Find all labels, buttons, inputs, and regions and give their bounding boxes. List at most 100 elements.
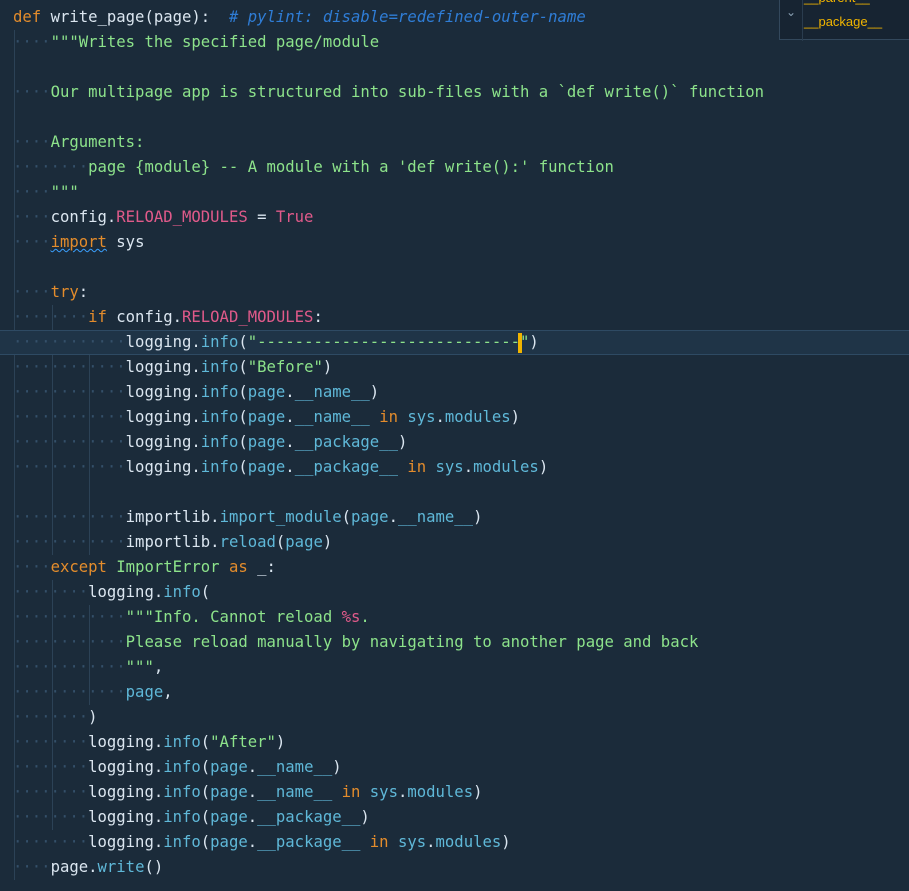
code-line[interactable]: ····Our multipage app is structured into… [0, 80, 909, 105]
code-token: ( [200, 583, 211, 601]
whitespace-dots: ············ [13, 683, 126, 701]
code-line[interactable]: ········logging.info("After") [0, 730, 909, 755]
code-line[interactable]: ············Please reload manually by na… [0, 630, 909, 655]
code-line[interactable]: ············""", [0, 655, 909, 680]
code-line[interactable]: ····""" [0, 180, 909, 205]
code-token: True [275, 208, 314, 226]
code-token: import [50, 233, 107, 251]
code-token: . [463, 458, 474, 476]
code-token: modules [473, 458, 539, 476]
whitespace-dots: ···· [13, 558, 51, 576]
code-token: logging. [88, 833, 164, 851]
code-line[interactable]: ····config.RELOAD_MODULES = True [0, 205, 909, 230]
code-token: info [200, 333, 239, 351]
code-token: ) [88, 708, 98, 726]
code-line[interactable]: ············logging.info(page.__name__ i… [0, 405, 909, 430]
line-text: ············logging.info(page.__package_… [13, 430, 407, 455]
code-token: sys [369, 783, 398, 801]
code-line[interactable]: ········logging.info(page.__name__) [0, 755, 909, 780]
code-token: modules [444, 408, 511, 426]
code-token: logging. [88, 583, 164, 601]
code-token: page [247, 383, 286, 401]
code-token: modules [407, 783, 474, 801]
code-token: ) [360, 808, 370, 826]
code-line[interactable]: ····"""Writes the specified page/module [0, 30, 909, 55]
code-line[interactable]: def write_page(page): # pylint: disable=… [0, 5, 909, 30]
code-token: sys [407, 408, 436, 426]
line-text: def write_page(page): # pylint: disable=… [13, 5, 586, 30]
chevron-down-icon[interactable]: ⌄ [780, 0, 803, 41]
code-line[interactable]: ············logging.info("Before") [0, 355, 909, 380]
code-token: ) [322, 533, 333, 551]
code-token: . [360, 608, 370, 626]
code-token: in [341, 783, 361, 801]
code-line[interactable] [0, 480, 909, 505]
code-line[interactable]: ········page {module} -- A module with a… [0, 155, 909, 180]
current-code-line[interactable]: ············logging.info("--------------… [0, 330, 909, 355]
code-token: logging. [88, 808, 164, 826]
autocomplete-item[interactable]: __parent__ [804, 0, 870, 9]
code-line[interactable]: ········logging.info(page.__package__ in… [0, 830, 909, 855]
line-text: ····""" [13, 180, 79, 205]
code-token: ) [322, 358, 333, 376]
code-token: __name__ [397, 508, 474, 526]
whitespace-dots: ············ [13, 358, 126, 376]
code-line[interactable]: ····try: [0, 280, 909, 305]
line-text: ····Our multipage app is structured into… [13, 80, 764, 105]
line-text: ········logging.info("After") [13, 730, 285, 755]
line-text: ····except ImportError as _: [13, 555, 276, 580]
code-line[interactable]: ············logging.info(page.__package_… [0, 455, 909, 480]
code-token: logging. [125, 333, 201, 351]
code-line[interactable]: ····page.write() [0, 855, 909, 880]
code-line[interactable]: ············importlib.import_module(page… [0, 505, 909, 530]
code-line[interactable]: ········) [0, 705, 909, 730]
code-token: importlib. [125, 533, 220, 551]
code-token: __package__ [294, 458, 398, 476]
code-token: . [435, 408, 445, 426]
code-line[interactable]: ····import sys [0, 230, 909, 255]
code-line[interactable]: ····Arguments: [0, 130, 909, 155]
code-line[interactable]: ········logging.info(page.__package__) [0, 805, 909, 830]
code-line[interactable]: ············importlib.reload(page) [0, 530, 909, 555]
code-line[interactable]: ····except ImportError as _: [0, 555, 909, 580]
code-line[interactable]: ············logging.info(page.__name__) [0, 380, 909, 405]
code-token: except [50, 558, 107, 576]
code-line[interactable]: ········logging.info( [0, 580, 909, 605]
whitespace-dots: ···· [13, 283, 51, 301]
line-text: ········logging.info(page.__name__) [13, 755, 342, 780]
line-text: ········) [13, 705, 98, 730]
code-line[interactable]: ············"""Info. Cannot reload %s. [0, 605, 909, 630]
code-line[interactable] [0, 105, 909, 130]
code-token: import_module [219, 508, 342, 526]
autocomplete-popup[interactable]: ⌄ __parent__ __package__ [779, 0, 909, 41]
code-token: . [247, 833, 258, 851]
whitespace-dots: ············ [13, 533, 126, 551]
line-text: ····"""Writes the specified page/module [13, 30, 379, 55]
code-line[interactable]: ········logging.info(page.__name__ in sy… [0, 780, 909, 805]
line-text: ············logging.info("Before") [13, 355, 332, 380]
code-line[interactable]: ············page, [0, 680, 909, 705]
code-line[interactable] [0, 55, 909, 80]
line-text: ········page {module} -- A module with a… [13, 155, 614, 180]
code-token: ( [200, 833, 211, 851]
code-token: __name__ [294, 383, 370, 401]
code-token: Our multipage app is structured into sub… [50, 83, 765, 101]
code-token: in [379, 408, 398, 426]
code-line[interactable]: ············logging.info(page.__package_… [0, 430, 909, 455]
line-text: ············Please reload manually by na… [13, 630, 698, 655]
code-token: ( [238, 433, 248, 451]
autocomplete-item-selected[interactable]: __package__ [804, 11, 882, 33]
code-token: page [247, 458, 286, 476]
code-line[interactable]: ········if config.RELOAD_MODULES: [0, 305, 909, 330]
line-text: ············importlib.reload(page) [13, 530, 332, 555]
code-token: config. [50, 208, 117, 226]
code-line[interactable] [0, 255, 909, 280]
code-editor[interactable]: def write_page(page): # pylint: disable=… [0, 0, 909, 891]
line-text: ····page.write() [13, 855, 163, 880]
line-text: ············logging.info(page.__name__ i… [13, 405, 520, 430]
code-token: logging. [88, 733, 164, 751]
code-token: ( [238, 383, 248, 401]
